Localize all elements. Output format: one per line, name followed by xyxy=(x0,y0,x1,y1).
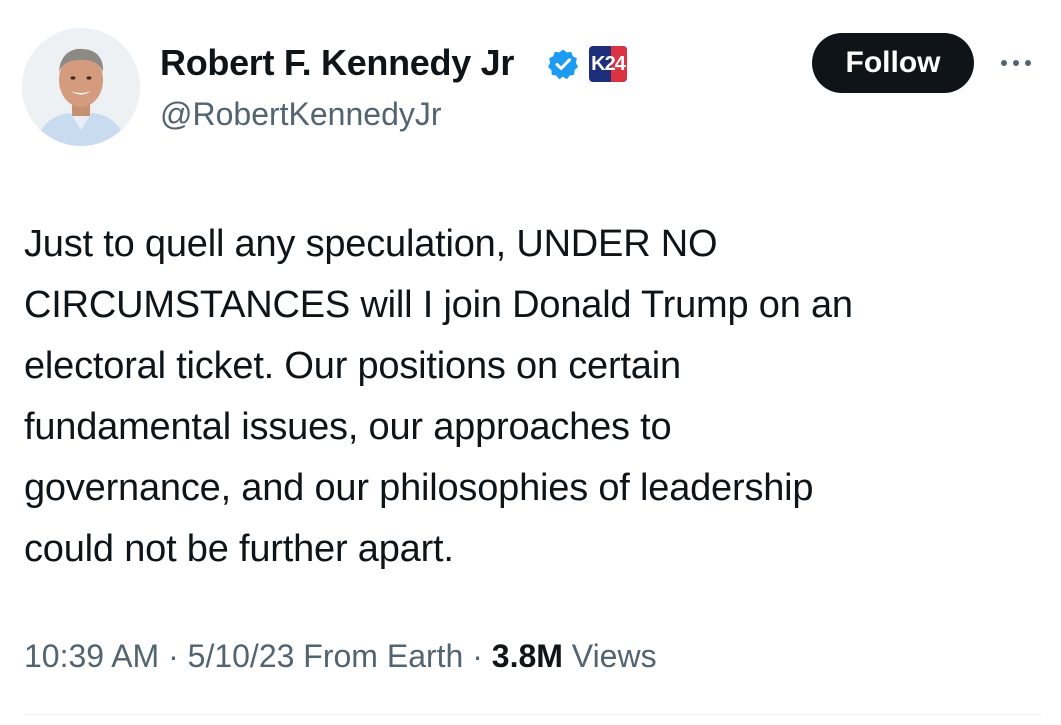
tweet-text: Just to quell any speculation, UNDER NO … xyxy=(24,223,853,570)
views-count[interactable]: 3.8M xyxy=(492,638,563,674)
meta-separator: · xyxy=(168,638,179,674)
display-name[interactable]: Robert F. Kennedy Jr xyxy=(160,42,514,84)
tweet-meta: 10:39 AM · 5/10/23 From Earth · 3.8M Vie… xyxy=(24,638,657,675)
affiliate-badge-text: K24 xyxy=(591,53,626,75)
meta-separator: · xyxy=(472,638,483,674)
tweet-source: From Earth xyxy=(303,638,464,674)
tweet-date[interactable]: 5/10/23 xyxy=(188,638,295,674)
more-options-icon[interactable] xyxy=(996,50,1036,76)
tweet-card: Robert F. Kennedy Jr K24 @RobertKennedyJ… xyxy=(0,0,1061,725)
affiliate-badge-icon[interactable]: K24 xyxy=(589,46,627,82)
follow-button[interactable]: Follow xyxy=(812,33,974,93)
avatar-photo xyxy=(22,28,140,146)
verified-badge-icon xyxy=(548,49,578,80)
user-handle[interactable]: @RobertKennedyJr xyxy=(160,96,442,133)
views-label[interactable]: Views xyxy=(572,638,657,674)
divider xyxy=(24,714,1041,715)
tweet-time[interactable]: 10:39 AM xyxy=(24,638,159,674)
avatar[interactable] xyxy=(22,28,140,146)
